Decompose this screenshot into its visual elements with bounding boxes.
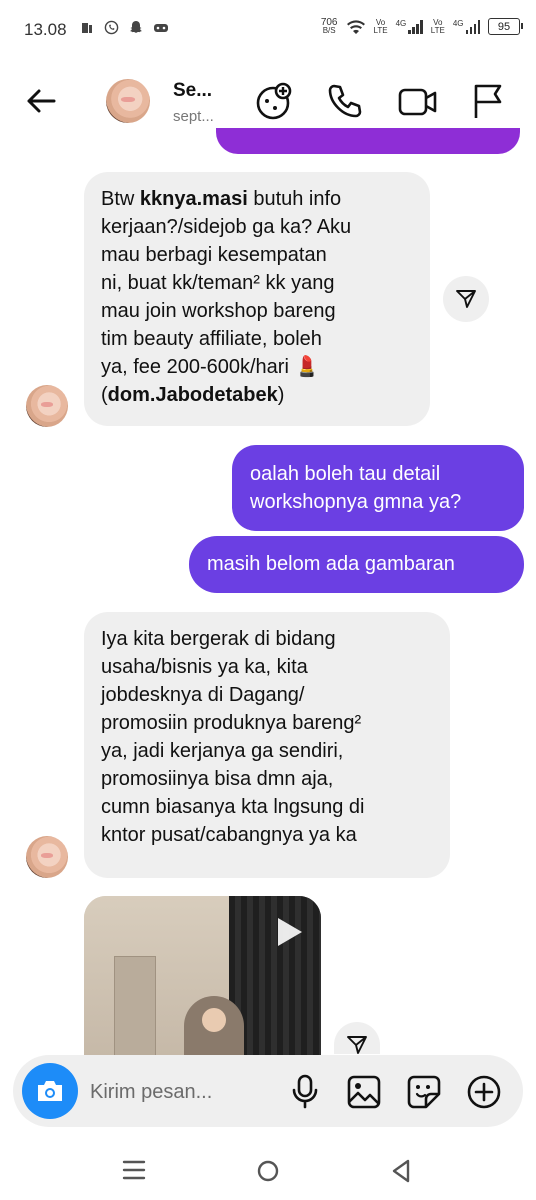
- sender-avatar[interactable]: [26, 385, 68, 427]
- wifi-icon: [346, 19, 365, 34]
- message-text: mau join workshop bareng: [101, 300, 336, 322]
- gallery-icon: [347, 1075, 381, 1109]
- message-text: promosiinya bisa dmn aja,: [101, 768, 334, 790]
- play-icon[interactable]: [274, 916, 304, 948]
- sticker-button[interactable]: [406, 1074, 442, 1115]
- effects-button[interactable]: [254, 82, 294, 127]
- sim2-tech: 4G: [452, 18, 464, 28]
- message-text: kntor pusat/cabangnya ya ka: [101, 824, 357, 846]
- message-text: ya, jadi kerjanya ga sendiri,: [101, 740, 344, 762]
- message-text: promosiin produknya bareng²: [101, 712, 362, 734]
- sender-avatar[interactable]: [26, 836, 68, 878]
- message-text: butuh info: [247, 188, 342, 210]
- message-text: ni, buat kk/teman² kk yang: [101, 272, 335, 294]
- whatsapp-icon: [104, 20, 119, 35]
- home-button[interactable]: [256, 1159, 280, 1188]
- sim1-signal-icon: [408, 19, 423, 34]
- sim1-tech: 4G: [395, 18, 407, 28]
- video-message[interactable]: [84, 896, 321, 1056]
- camera-icon: [38, 1081, 62, 1101]
- message-text: (: [101, 384, 108, 406]
- share-video-button[interactable]: [334, 1022, 380, 1054]
- sim2-volte-bottom: LTE: [430, 25, 445, 35]
- camera-button[interactable]: [22, 1063, 78, 1119]
- contact-subtitle: sept...: [173, 108, 214, 125]
- system-navigation-bar: [0, 1140, 536, 1200]
- plus-icon: [467, 1075, 501, 1109]
- notification-icons: [80, 20, 169, 35]
- message-text: ya, fee 200-600k/hari 💄: [101, 356, 320, 378]
- app-notification-icon: [82, 22, 92, 33]
- send-icon: [456, 290, 476, 308]
- snapchat-icon: [130, 21, 142, 33]
- recent-apps-button[interactable]: [122, 1159, 146, 1186]
- status-time: 13.08: [24, 20, 67, 39]
- voice-message-button[interactable]: [289, 1074, 321, 1115]
- network-speed-unit: B/S: [322, 25, 336, 35]
- status-bar: 13.08 706 B/S Vo LTE 4G Vo LTE 4G 95: [0, 0, 536, 60]
- outgoing-message[interactable]: masih belom ada gambaran: [189, 536, 524, 593]
- sim1-volte-bottom: LTE: [373, 25, 388, 35]
- microphone-icon: [292, 1074, 318, 1109]
- back-triangle-icon: [392, 1159, 410, 1183]
- status-right: 706 B/S Vo LTE 4G Vo LTE 4G 95: [321, 17, 523, 35]
- message-text: cumn biasanya kta lngsung di: [101, 796, 365, 818]
- video-call-button[interactable]: [398, 84, 438, 125]
- game-notification-icon: [154, 23, 168, 32]
- message-text: masih belom ada gambaran: [207, 553, 455, 575]
- battery-icon: 95: [488, 18, 523, 35]
- more-options-button[interactable]: [466, 1074, 502, 1115]
- incoming-message[interactable]: Iya kita bergerak di bidang usaha/bisnis…: [84, 612, 450, 878]
- message-text: usaha/bisnis ya ka, kita: [101, 656, 308, 678]
- message-text: oalah boleh tau detail: [250, 463, 441, 485]
- game-controller-icon: [256, 82, 292, 120]
- previous-outgoing-bubble[interactable]: [216, 128, 520, 154]
- message-text: ): [277, 384, 285, 406]
- message-text: workshopnya gmna ya?: [250, 491, 462, 513]
- message-text: Iya kita bergerak di bidang: [101, 628, 336, 650]
- message-text: kerjaan?/sidejob ga ka? Aku: [101, 216, 352, 238]
- outgoing-message[interactable]: oalah boleh tau detail workshopnya gmna …: [232, 445, 524, 531]
- message-text: Btw: [101, 188, 140, 210]
- share-message-button[interactable]: [443, 276, 489, 322]
- contact-avatar[interactable]: [106, 79, 150, 123]
- report-button[interactable]: [470, 82, 506, 125]
- back-arrow-icon: [27, 89, 56, 113]
- message-text: tim beauty affiliate, boleh: [101, 328, 322, 350]
- send-icon: [347, 1036, 367, 1054]
- message-text: jobdesknya di Dagang/: [101, 684, 305, 706]
- voice-call-button[interactable]: [326, 82, 364, 125]
- sim2-signal-icon: [465, 19, 480, 34]
- gallery-button[interactable]: [346, 1074, 382, 1115]
- menu-icon: [122, 1160, 146, 1180]
- message-input[interactable]: [90, 1078, 270, 1106]
- phone-icon: [328, 84, 362, 118]
- back-button[interactable]: [22, 82, 60, 125]
- contact-name[interactable]: Se...: [173, 80, 212, 102]
- home-circle-icon: [257, 1160, 279, 1182]
- sticker-icon: [407, 1075, 441, 1109]
- back-nav-button[interactable]: [390, 1158, 412, 1189]
- mentioned-username[interactable]: kknya.masi: [140, 188, 248, 210]
- message-text: mau berbagi kesempatan: [101, 244, 327, 266]
- video-camera-icon: [398, 88, 437, 116]
- message-text-bold: dom.Jabodetabek: [107, 384, 278, 406]
- flag-icon: [474, 84, 502, 118]
- incoming-message[interactable]: Btw kknya.masi butuh info kerjaan?/sidej…: [84, 172, 430, 426]
